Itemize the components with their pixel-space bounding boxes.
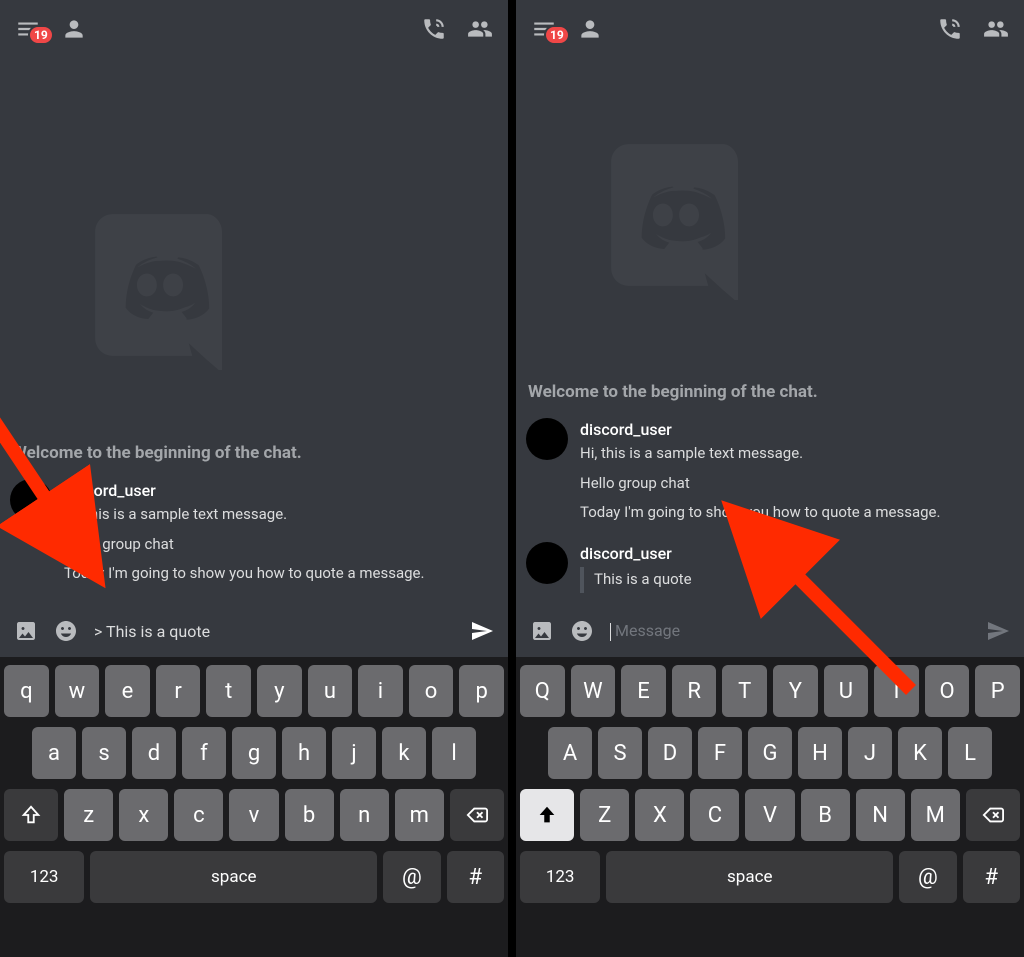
key-e[interactable]: e (105, 665, 150, 717)
message-input[interactable]: > This is a quote (94, 622, 454, 641)
members-button[interactable] (466, 15, 494, 43)
call-button[interactable] (936, 15, 964, 43)
chat-header: 19 (516, 0, 1024, 58)
menu-button[interactable]: 19 (14, 15, 42, 43)
key-d[interactable]: D (648, 727, 692, 779)
call-button[interactable] (420, 15, 448, 43)
send-button[interactable] (470, 619, 494, 643)
space-key[interactable]: space (90, 851, 377, 903)
key-p[interactable]: p (459, 665, 504, 717)
key-w[interactable]: W (571, 665, 616, 717)
key-f[interactable]: f (182, 727, 226, 779)
backspace-key[interactable] (450, 789, 504, 841)
key-n[interactable]: N (856, 789, 905, 841)
key-k[interactable]: k (382, 727, 426, 779)
key-a[interactable]: A (548, 727, 592, 779)
key-e[interactable]: E (621, 665, 666, 717)
avatar[interactable] (526, 418, 568, 460)
at-key[interactable]: @ (899, 851, 956, 903)
message-input-bar: > This is a quote (0, 609, 508, 657)
key-v[interactable]: V (745, 789, 794, 841)
key-c[interactable]: c (174, 789, 223, 841)
key-f[interactable]: F (698, 727, 742, 779)
on-screen-keyboard: qwertyuiop asdfghjkl zxcvbnm 123 space @… (0, 657, 508, 957)
chat-header: 19 (0, 0, 508, 58)
shift-key-active[interactable] (520, 789, 574, 841)
avatar[interactable] (526, 542, 568, 584)
key-c[interactable]: C (690, 789, 739, 841)
key-x[interactable]: x (119, 789, 168, 841)
key-j[interactable]: j (332, 727, 376, 779)
left-screenshot: 19 Welcome to the beginning of the chat. (0, 0, 508, 957)
key-d[interactable]: d (132, 727, 176, 779)
emoji-icon[interactable] (54, 619, 78, 643)
key-b[interactable]: B (801, 789, 850, 841)
key-r[interactable]: r (156, 665, 201, 717)
notification-badge: 19 (28, 25, 54, 45)
key-x[interactable]: X (635, 789, 684, 841)
key-a[interactable]: a (32, 727, 76, 779)
notification-badge: 19 (544, 25, 570, 45)
key-m[interactable]: m (395, 789, 444, 841)
pane-divider (508, 0, 516, 957)
hash-key[interactable]: # (963, 851, 1020, 903)
shift-key[interactable] (4, 789, 58, 841)
key-g[interactable]: g (232, 727, 276, 779)
welcome-text: Welcome to the beginning of the chat. (528, 382, 1014, 402)
upload-image-icon[interactable] (14, 619, 38, 643)
key-p[interactable]: P (975, 665, 1020, 717)
member-icon[interactable] (60, 15, 88, 43)
key-o[interactable]: o (409, 665, 454, 717)
key-h[interactable]: H (798, 727, 842, 779)
key-j[interactable]: J (848, 727, 892, 779)
key-u[interactable]: u (308, 665, 353, 717)
key-r[interactable]: R (672, 665, 717, 717)
quoted-text: This is a quote (580, 567, 692, 593)
key-l[interactable]: l (432, 727, 476, 779)
key-w[interactable]: w (55, 665, 100, 717)
key-l[interactable]: L (948, 727, 992, 779)
key-i[interactable]: i (358, 665, 403, 717)
numbers-key[interactable]: 123 (4, 851, 84, 903)
key-b[interactable]: b (285, 789, 334, 841)
key-t[interactable]: t (206, 665, 251, 717)
key-q[interactable]: Q (520, 665, 565, 717)
key-h[interactable]: h (282, 727, 326, 779)
message-line: Hi, this is a sample text message. (580, 443, 940, 465)
key-z[interactable]: z (64, 789, 113, 841)
key-s[interactable]: s (82, 727, 126, 779)
members-button[interactable] (982, 15, 1010, 43)
key-n[interactable]: n (340, 789, 389, 841)
username[interactable]: discord_user (580, 418, 940, 441)
at-key[interactable]: @ (383, 851, 440, 903)
backspace-key[interactable] (966, 789, 1020, 841)
key-z[interactable]: Z (580, 789, 629, 841)
placeholder-text: Message (615, 621, 680, 640)
key-y[interactable]: y (257, 665, 302, 717)
annotation-arrow (711, 490, 931, 710)
key-o[interactable]: O (925, 665, 970, 717)
key-k[interactable]: K (898, 727, 942, 779)
key-s[interactable]: S (598, 727, 642, 779)
key-g[interactable]: G (748, 727, 792, 779)
emoji-icon[interactable] (570, 619, 594, 643)
send-button[interactable] (986, 619, 1010, 643)
username[interactable]: discord_user (580, 542, 692, 565)
key-m[interactable]: M (911, 789, 960, 841)
annotation-arrow (0, 415, 140, 605)
space-key[interactable]: space (606, 851, 893, 903)
right-screenshot: 19 Welcome to the beginning of the chat. (516, 0, 1024, 957)
upload-image-icon[interactable] (530, 619, 554, 643)
numbers-key[interactable]: 123 (520, 851, 600, 903)
key-q[interactable]: q (4, 665, 49, 717)
member-icon[interactable] (576, 15, 604, 43)
hash-key[interactable]: # (447, 851, 504, 903)
menu-button[interactable]: 19 (530, 15, 558, 43)
key-v[interactable]: v (229, 789, 278, 841)
